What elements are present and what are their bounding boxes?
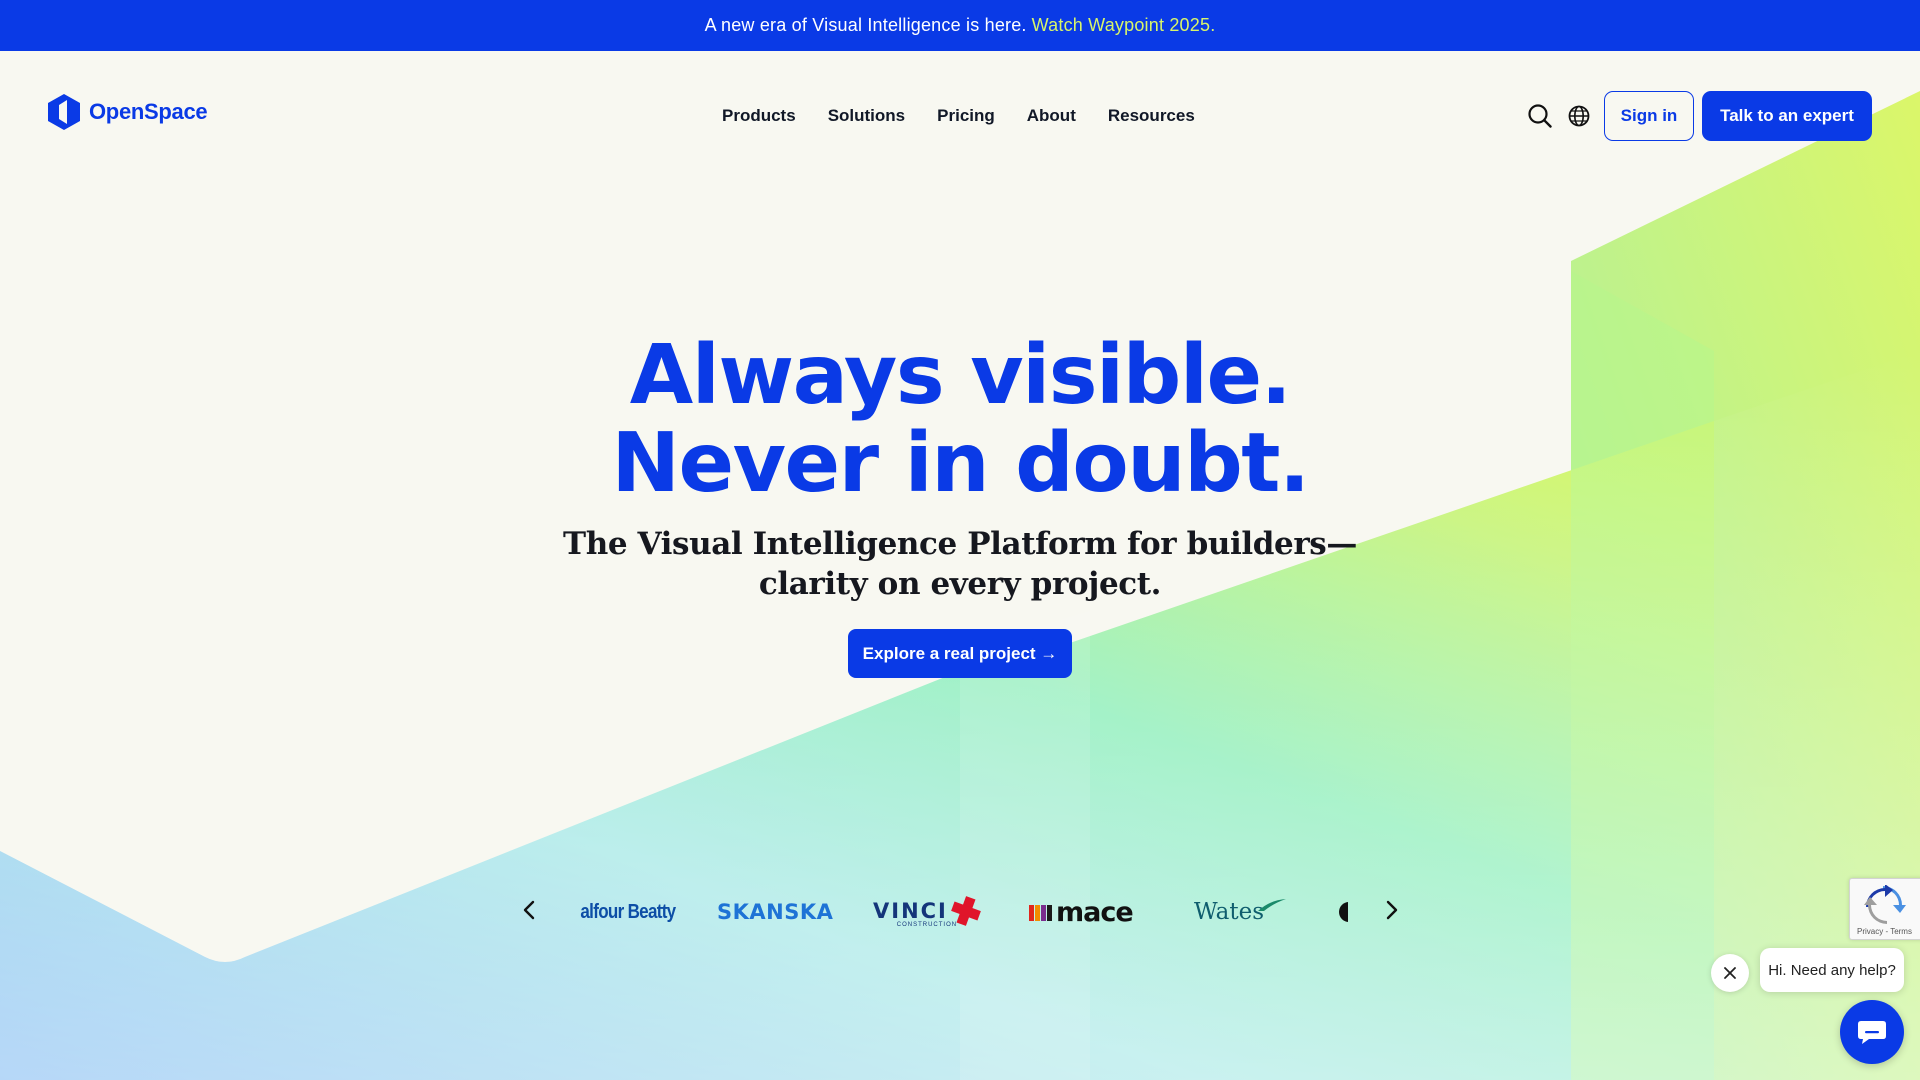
recaptcha-footer[interactable]: Privacy - Terms <box>1857 927 1912 936</box>
client-logo-balfour-beatty: alfour Beatty <box>580 900 676 923</box>
nav-resources[interactable]: Resources <box>1092 104 1211 128</box>
brand-logo[interactable]: OpenSpace <box>47 93 208 131</box>
brand-name: OpenSpace <box>89 99 208 124</box>
main-nav: Products Solutions Pricing About Resourc… <box>707 104 1211 128</box>
nav-products[interactable]: Products <box>707 104 812 128</box>
nav-pricing[interactable]: Pricing <box>921 104 1011 128</box>
hero-subtitle-line2: clarity on every project. <box>758 566 1162 602</box>
carousel-next-icon[interactable] <box>1380 898 1404 922</box>
partial-logo-icon <box>1339 902 1348 922</box>
openspace-logo-icon <box>48 94 80 130</box>
hero-title-line1: Always visible. <box>629 328 1292 423</box>
announcement-link[interactable]: Watch Waypoint 2025. <box>1032 15 1216 36</box>
hero-title-line2: Never in doubt. <box>611 416 1310 511</box>
announcement-text: A new era of Visual Intelligence is here… <box>704 15 1027 35</box>
sign-in-button[interactable]: Sign in <box>1604 91 1694 141</box>
hero-subtitle-line1: The Visual Intelligence Platform for bui… <box>563 526 1357 562</box>
client-logo-partial <box>1338 880 1348 944</box>
recaptcha-icon <box>1864 885 1906 924</box>
client-logo-wates: Wates <box>1194 880 1287 944</box>
client-logo-carousel: alfour Beatty SKANSKA VINCI CONSTRUCTION… <box>560 880 1348 944</box>
nav-about[interactable]: About <box>1011 104 1092 128</box>
nav-solutions[interactable]: Solutions <box>812 104 921 128</box>
chat-close-icon[interactable] <box>1711 954 1749 992</box>
hero-title: Always visible. Never in doubt. <box>0 332 1920 508</box>
talk-to-expert-button[interactable]: Talk to an expert <box>1702 91 1872 141</box>
recaptcha-badge[interactable]: Privacy - Terms <box>1849 878 1920 940</box>
chat-greeting-bubble[interactable]: Hi. Need any help? <box>1760 948 1904 992</box>
chat-launcher-button[interactable] <box>1840 1000 1904 1064</box>
announcement-bar: A new era of Visual Intelligence is here… <box>0 0 1920 51</box>
mace-bars-icon <box>1029 905 1052 921</box>
client-logo-skanska: SKANSKA <box>717 900 834 924</box>
chat-icon <box>1858 1021 1886 1044</box>
client-logo-vinci: VINCI CONSTRUCTION <box>873 880 981 944</box>
wates-swoosh-icon <box>1258 899 1287 911</box>
hero-subtitle: The Visual Intelligence Platform for bui… <box>0 524 1920 604</box>
explore-project-button[interactable]: Explore a real project → <box>848 629 1072 678</box>
carousel-prev-icon[interactable] <box>517 898 541 922</box>
client-logo-mace: mace <box>1029 880 1134 944</box>
